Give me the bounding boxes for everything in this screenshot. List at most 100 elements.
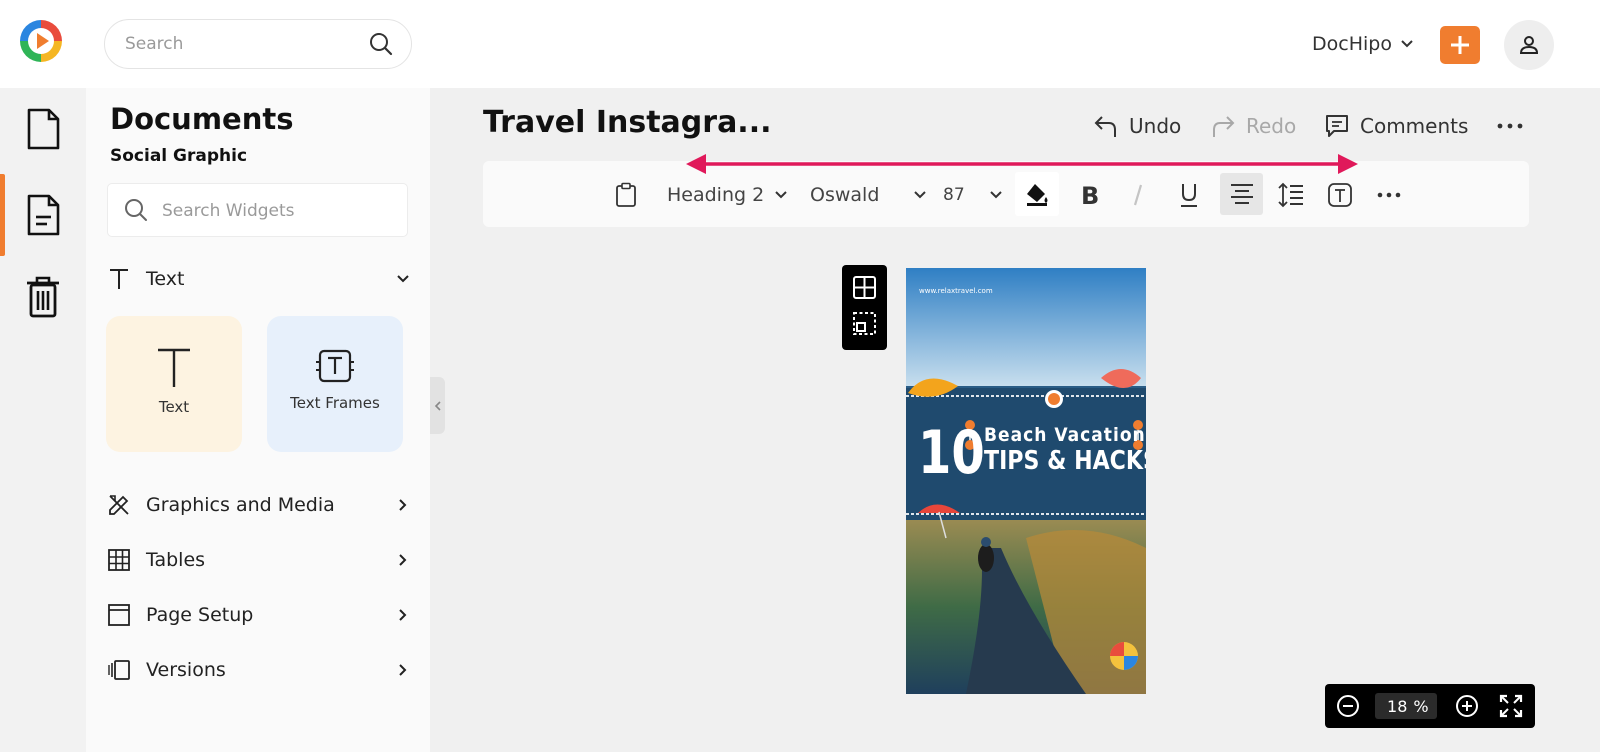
create-button[interactable] (1440, 26, 1480, 64)
italic-icon (1133, 184, 1143, 206)
ellipsis-icon (1377, 192, 1401, 198)
section-text[interactable]: Text (106, 261, 412, 297)
section-label: Graphics and Media (146, 494, 335, 516)
rail-documents[interactable] (0, 88, 86, 170)
text-card[interactable]: Text (106, 316, 242, 452)
page-heading-line1[interactable]: Beach Vacation (984, 424, 1146, 446)
undo-label: Undo (1129, 114, 1182, 138)
table-icon (106, 547, 132, 573)
page-number-text[interactable]: 10 (918, 418, 985, 488)
section-page-setup[interactable]: Page Setup (106, 597, 412, 633)
workspace-label: DocHipo (1312, 33, 1392, 55)
chevron-down-icon (1400, 37, 1414, 51)
section-label: Versions (146, 659, 226, 681)
zoom-out-icon[interactable] (1336, 694, 1360, 718)
search-icon (124, 198, 148, 222)
zoom-unit: % (1413, 696, 1429, 716)
text-frames-card[interactable]: Text Frames (267, 316, 403, 452)
chevron-right-icon (399, 664, 407, 676)
zoom-in-icon[interactable] (1455, 694, 1479, 718)
grid-icon[interactable] (852, 275, 877, 300)
font-value: Oswald (810, 184, 880, 206)
select-group-icon[interactable] (852, 311, 877, 336)
page-url-text[interactable]: www.relaxtravel.com (919, 287, 993, 295)
undo-icon (1094, 116, 1116, 137)
align-center-icon (1230, 184, 1253, 204)
search-icon[interactable] (369, 32, 393, 56)
plus-icon (1451, 36, 1469, 54)
text-frame-button[interactable] (1326, 176, 1354, 214)
toolbar-more-button[interactable] (1376, 176, 1402, 214)
chevron-right-icon (399, 554, 407, 566)
widget-search-input[interactable] (162, 199, 392, 223)
search-input[interactable] (125, 32, 355, 56)
bold-button[interactable]: B (1076, 176, 1104, 214)
align-center-button[interactable] (1220, 173, 1263, 215)
clipboard-icon (616, 182, 636, 207)
section-graphics-media[interactable]: Graphics and Media (106, 487, 412, 523)
fullscreen-icon[interactable] (1499, 694, 1523, 718)
chevron-right-icon (399, 499, 407, 511)
text-style-value: Heading 2 (667, 184, 765, 206)
panel-subtitle: Social Graphic (110, 146, 248, 166)
zoom-input[interactable] (1383, 696, 1408, 716)
section-label: Text (146, 268, 185, 290)
ellipsis-icon (1497, 123, 1523, 129)
underline-button[interactable] (1175, 176, 1203, 214)
double-arrow-annotation (686, 154, 1358, 174)
comments-button[interactable]: Comments (1324, 110, 1468, 142)
document-title[interactable]: Travel Instagra... (483, 105, 772, 140)
page-heading-line2[interactable]: TIPS & HACKS (984, 446, 1146, 476)
fill-color-button[interactable] (1015, 172, 1059, 216)
workspace-dropdown[interactable]: DocHipo (1312, 30, 1414, 58)
section-tables[interactable]: Tables (106, 542, 412, 578)
redo-label: Redo (1246, 114, 1297, 138)
font-size-dropdown[interactable]: 87 (943, 176, 1003, 214)
text-frame-icon (316, 349, 354, 383)
widget-search[interactable] (107, 183, 408, 237)
chevron-right-icon (399, 609, 407, 621)
card-label: Text (158, 398, 190, 416)
panel-collapse-handle[interactable] (430, 377, 445, 434)
document-text-icon (27, 194, 60, 236)
zoom-control: % (1325, 684, 1535, 728)
rail-editor[interactable] (0, 174, 86, 256)
font-size-value: 87 (943, 185, 965, 205)
italic-button[interactable] (1126, 176, 1150, 214)
card-label: Text Frames (290, 394, 380, 412)
page-setup-icon (106, 602, 132, 628)
user-icon (1519, 36, 1539, 54)
pen-ruler-icon (106, 492, 132, 518)
section-versions[interactable]: Versions (106, 652, 412, 688)
panel-title: Documents (110, 102, 294, 136)
chevron-down-icon (989, 191, 1002, 199)
section-label: Page Setup (146, 604, 254, 626)
more-options-button[interactable] (1496, 110, 1524, 142)
rail-trash[interactable] (0, 256, 86, 338)
chevron-down-icon (775, 191, 787, 199)
undo-button[interactable]: Undo (1093, 110, 1181, 142)
font-dropdown[interactable]: Oswald (810, 176, 927, 214)
paste-style-button[interactable] (611, 176, 641, 214)
line-spacing-button[interactable] (1277, 176, 1305, 214)
document-icon (27, 108, 60, 150)
text-style-dropdown[interactable]: Heading 2 (667, 176, 788, 214)
left-icon-rail (0, 88, 86, 752)
redo-button[interactable]: Redo (1210, 110, 1296, 142)
chevron-down-icon (914, 191, 927, 199)
text-icon (106, 266, 132, 292)
line-spacing-icon (1278, 182, 1303, 208)
trash-icon (27, 276, 59, 318)
chevron-left-icon (434, 400, 441, 411)
top-search[interactable] (104, 19, 412, 69)
user-avatar[interactable] (1504, 20, 1554, 70)
comment-icon (1326, 115, 1348, 137)
underline-icon (1181, 184, 1197, 207)
zoom-value[interactable]: % (1375, 693, 1437, 719)
chevron-down-icon (397, 275, 409, 283)
text-icon (158, 348, 190, 387)
redo-icon (1213, 116, 1235, 137)
design-page[interactable]: www.relaxtravel.com 10 Beach Vacation TI… (906, 268, 1146, 694)
dochipo-logo[interactable] (18, 18, 64, 64)
section-label: Tables (146, 549, 206, 571)
